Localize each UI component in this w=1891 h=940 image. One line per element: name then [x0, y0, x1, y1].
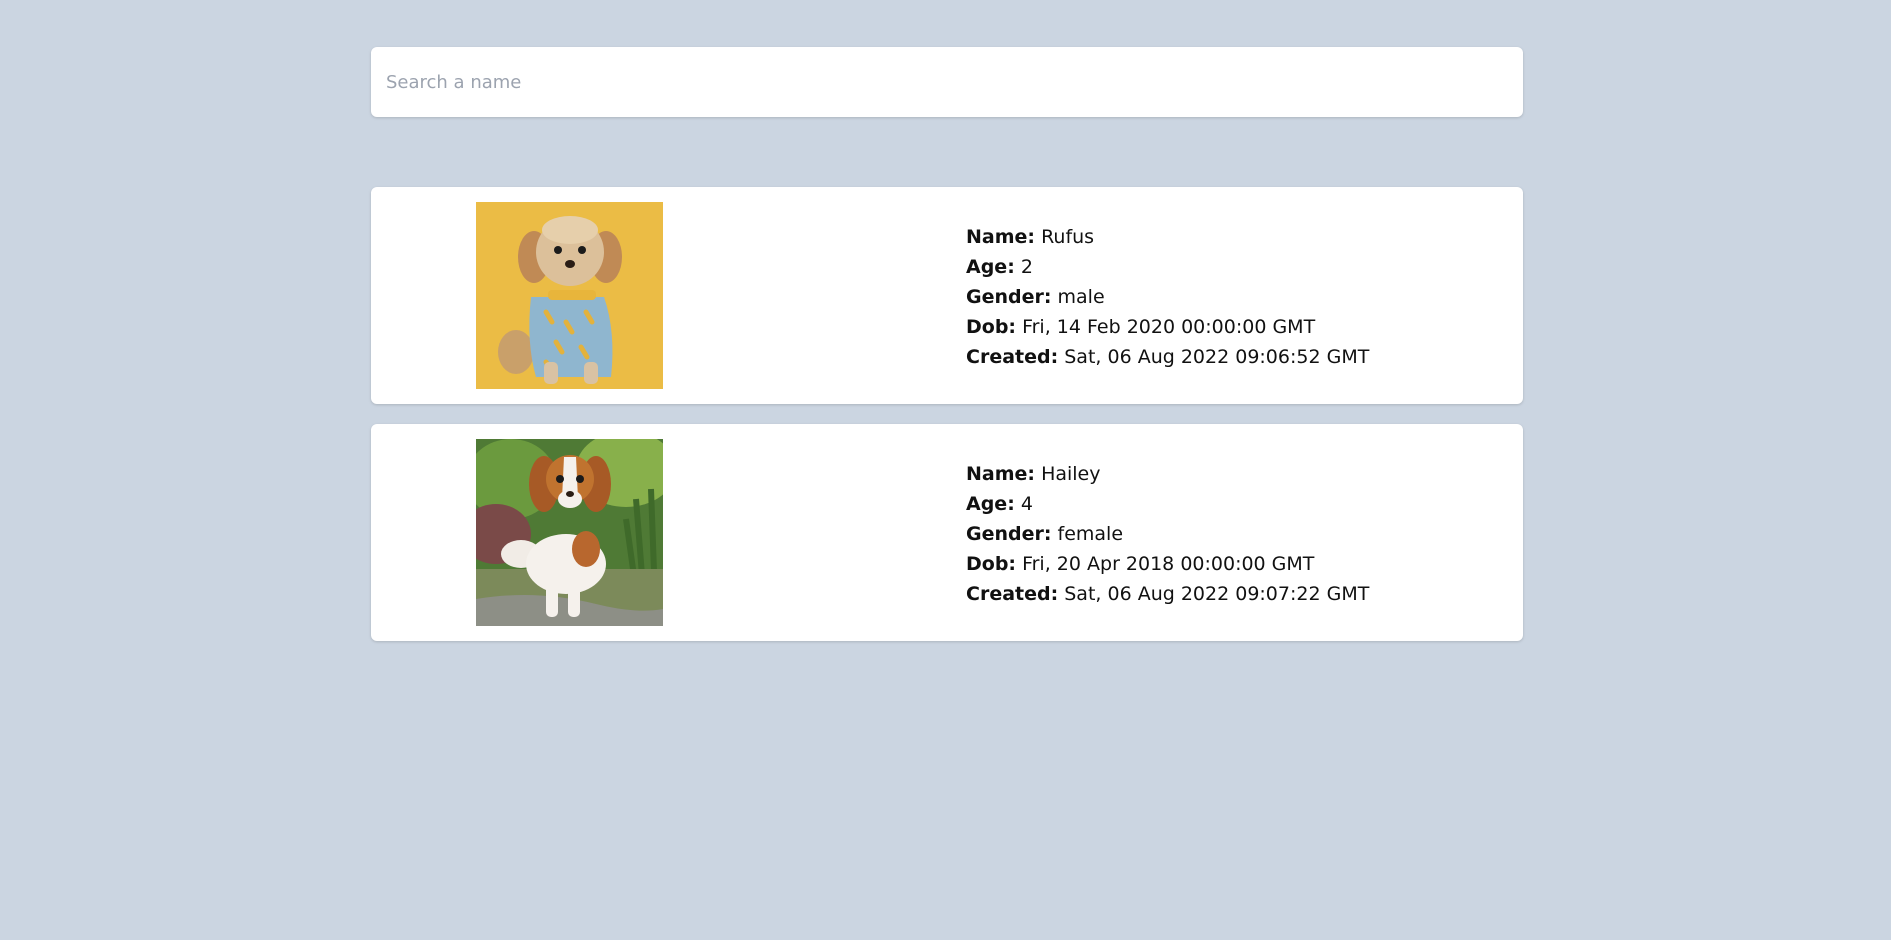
dob-label: Dob:	[966, 553, 1017, 575]
pet-list: Name: Rufus Age: 2 Gender: male Dob: Fri…	[371, 187, 1523, 641]
pet-created: Sat, 06 Aug 2022 09:07:22 GMT	[1064, 583, 1370, 605]
created-label: Created:	[966, 583, 1059, 605]
pet-age: 2	[1020, 256, 1033, 278]
dob-label: Dob:	[966, 316, 1017, 338]
pet-gender: male	[1057, 286, 1105, 308]
pet-age-row: Age: 4	[966, 489, 1369, 519]
pet-dob-row: Dob: Fri, 20 Apr 2018 00:00:00 GMT	[966, 549, 1369, 579]
age-label: Age:	[966, 493, 1015, 515]
gender-label: Gender:	[966, 523, 1052, 545]
pet-gender-row: Gender: male	[966, 282, 1369, 312]
pet-info: Name: Rufus Age: 2 Gender: male Dob: Fri…	[966, 222, 1369, 372]
pet-dob: Fri, 14 Feb 2020 00:00:00 GMT	[1022, 316, 1316, 338]
pet-created: Sat, 06 Aug 2022 09:06:52 GMT	[1064, 346, 1370, 368]
name-label: Name:	[966, 226, 1036, 248]
pet-info: Name: Hailey Age: 4 Gender: female Dob: …	[966, 459, 1369, 609]
search-input[interactable]	[371, 47, 1523, 117]
search-box	[371, 47, 1523, 117]
pet-photo	[476, 439, 663, 626]
pet-created-row: Created: Sat, 06 Aug 2022 09:07:22 GMT	[966, 579, 1369, 609]
pet-dob-row: Dob: Fri, 14 Feb 2020 00:00:00 GMT	[966, 312, 1369, 342]
pet-name-row: Name: Rufus	[966, 222, 1369, 252]
pet-photo	[476, 202, 663, 389]
dog-photo-icon	[476, 202, 663, 389]
gender-label: Gender:	[966, 286, 1052, 308]
main-container: Name: Rufus Age: 2 Gender: male Dob: Fri…	[371, 47, 1523, 661]
pet-gender: female	[1057, 523, 1124, 545]
pet-gender-row: Gender: female	[966, 519, 1369, 549]
pet-dob: Fri, 20 Apr 2018 00:00:00 GMT	[1022, 553, 1315, 575]
pet-age-row: Age: 2	[966, 252, 1369, 282]
age-label: Age:	[966, 256, 1015, 278]
created-label: Created:	[966, 346, 1059, 368]
pet-card: Name: Rufus Age: 2 Gender: male Dob: Fri…	[371, 187, 1523, 404]
pet-name-row: Name: Hailey	[966, 459, 1369, 489]
name-label: Name:	[966, 463, 1036, 485]
pet-age: 4	[1020, 493, 1033, 515]
pet-created-row: Created: Sat, 06 Aug 2022 09:06:52 GMT	[966, 342, 1369, 372]
pet-name: Hailey	[1041, 463, 1101, 485]
pet-name: Rufus	[1041, 226, 1095, 248]
pet-card: Name: Hailey Age: 4 Gender: female Dob: …	[371, 424, 1523, 641]
dog-photo-icon	[476, 439, 663, 626]
